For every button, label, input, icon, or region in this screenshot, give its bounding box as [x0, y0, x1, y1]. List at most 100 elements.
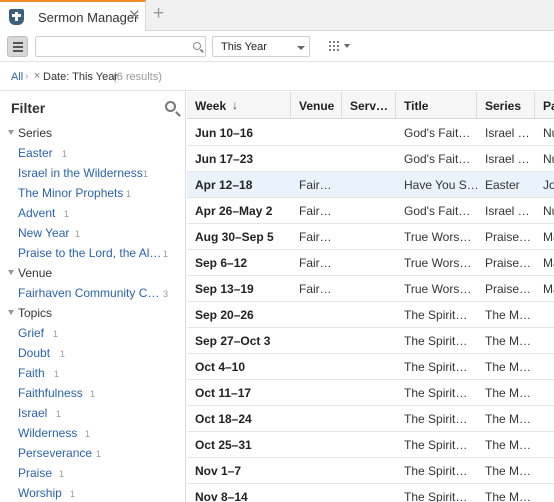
active-filter-label: Date: This Year [43, 71, 119, 83]
filter-item[interactable]: Perseverance 1 [0, 444, 185, 464]
search-icon[interactable] [165, 101, 176, 112]
filter-item-label[interactable]: Israel in the Wilderness [18, 166, 143, 180]
filter-item-label[interactable]: The Minor Prophets [18, 186, 123, 200]
table-row[interactable]: Oct 25–31 The Spirit… The M… [187, 432, 554, 458]
tab-sermon-manager[interactable]: Sermon Manager ✕ [0, 0, 146, 31]
column-header-0[interactable]: Week ↓ [187, 92, 291, 119]
table-cell [291, 146, 342, 172]
table-row[interactable]: Sep 20–26 The Spirit… The M… [187, 302, 554, 328]
filter-item-label[interactable]: Perseverance [18, 446, 92, 460]
table-row[interactable]: Apr 26–May 2 Fair… God's Fait… Israel … Nu [187, 198, 554, 224]
table-row[interactable]: Jun 10–16 God's Fait… Israel … Nu [187, 120, 554, 146]
filter-item[interactable]: Wilderness 1 [0, 424, 185, 444]
filter-item[interactable]: Praise to the Lord, the Al… 1 [0, 244, 185, 264]
table-cell: The Spirit… [396, 484, 477, 502]
table-cell-text: The Spirit… [404, 334, 468, 348]
filter-item[interactable]: The Minor Prophets 1 [0, 184, 185, 204]
filter-item-label[interactable]: Wilderness [18, 426, 77, 440]
table-row[interactable]: Nov 8–14 The Spirit… The M… [187, 484, 554, 502]
table-cell: Sep 13–19 [187, 276, 291, 302]
filter-item-label[interactable]: Faithfulness [18, 386, 83, 400]
close-icon[interactable]: ✕ [128, 8, 141, 23]
column-header-label: Title [404, 99, 429, 113]
search-box[interactable] [35, 36, 206, 57]
filter-item-label[interactable]: New Year [18, 226, 69, 240]
column-header-3[interactable]: Title [396, 92, 477, 119]
table-row[interactable]: Aug 30–Sep 5 Fair… True Wors… Praise… Ma [187, 224, 554, 250]
date-filter-dropdown[interactable]: This Year [212, 36, 310, 57]
filter-group-venue[interactable]: Venue [0, 264, 185, 284]
filter-item[interactable]: New Year 1 [0, 224, 185, 244]
table-cell-text: The M… [485, 464, 532, 478]
filter-item[interactable]: Grief 1 [0, 324, 185, 344]
table-cell: Praise… [477, 224, 535, 250]
table-row[interactable]: Jun 17–23 God's Fait… Israel … Nu [187, 146, 554, 172]
filter-item[interactable]: Praise 1 [0, 464, 185, 484]
table-cell: Praise… [477, 250, 535, 276]
table-row[interactable]: Sep 27–Oct 3 The Spirit… The M… [187, 328, 554, 354]
chevron-down-icon[interactable] [8, 310, 14, 315]
filter-item[interactable]: Advent 1 [0, 204, 185, 224]
filter-item-label[interactable]: Worship [18, 486, 62, 500]
filter-item[interactable]: Israel in the Wilderness 1 [0, 164, 185, 184]
column-header-4[interactable]: Series [477, 92, 535, 119]
column-header-2[interactable]: Serv… [342, 92, 396, 119]
table-row[interactable]: Oct 11–17 The Spirit… The M… [187, 380, 554, 406]
filter-item[interactable]: Israel 1 [0, 404, 185, 424]
table-cell: God's Fait… [396, 198, 477, 224]
view-options-button[interactable] [325, 38, 353, 55]
table-row[interactable]: Oct 4–10 The Spirit… The M… [187, 354, 554, 380]
filter-item-label[interactable]: Praise to the Lord, the Al… [18, 246, 161, 260]
filter-item-label[interactable]: Praise [18, 466, 52, 480]
table-cell-text: God's Fait… [404, 152, 471, 166]
filter-item-count: 1 [143, 169, 149, 179]
table-cell: The Spirit… [396, 458, 477, 484]
filter-item[interactable]: Doubt 1 [0, 344, 185, 364]
filter-item-label[interactable]: Faith [18, 366, 45, 380]
table-row[interactable]: Sep 13–19 Fair… True Wors… Praise… Ma [187, 276, 554, 302]
filter-item-label[interactable]: Doubt [18, 346, 50, 360]
column-header-1[interactable]: Venue [291, 92, 342, 119]
chevron-down-icon[interactable] [8, 270, 14, 275]
table-cell-text: Praise… [485, 282, 532, 296]
filter-item-label[interactable]: Advent [18, 206, 55, 220]
table-cell: The M… [477, 484, 535, 502]
filter-item-label[interactable]: Israel [18, 406, 47, 420]
table-row[interactable]: Nov 1–7 The Spirit… The M… [187, 458, 554, 484]
chevron-down-icon[interactable] [8, 130, 14, 135]
table-cell-text: The Spirit… [404, 412, 468, 426]
table-row[interactable]: Apr 12–18 Fair… Have You S… Easter Jo [187, 172, 554, 198]
search-icon[interactable] [193, 42, 201, 50]
filter-item-count: 1 [59, 469, 65, 479]
table-row[interactable]: Sep 6–12 Fair… True Wors… Praise… Ma [187, 250, 554, 276]
sort-descending-icon[interactable]: ↓ [232, 98, 238, 112]
table-cell-text: The Spirit… [404, 490, 468, 502]
filter-group-series[interactable]: Series [0, 124, 185, 144]
table-cell: Jo [535, 172, 554, 198]
table-cell [535, 484, 554, 502]
table-cell-text: Fair… [299, 282, 332, 296]
table-cell: Jun 10–16 [187, 120, 291, 146]
filter-item-label[interactable]: Fairhaven Community C… [18, 286, 159, 300]
column-header-5[interactable]: Pa [535, 92, 554, 119]
filter-item[interactable]: Faith 1 [0, 364, 185, 384]
filter-group-label: Topics [18, 306, 53, 320]
table-cell: True Wors… [396, 224, 477, 250]
filter-item[interactable]: Faithfulness 1 [0, 384, 185, 404]
remove-filter-icon[interactable]: × [34, 70, 40, 82]
filter-group-topics[interactable]: Topics [0, 304, 185, 324]
filter-group-label: Series [18, 126, 53, 140]
filter-item[interactable]: Easter 1 [0, 144, 185, 164]
table-cell [342, 250, 396, 276]
filter-item[interactable]: Worship 1 [0, 484, 185, 502]
add-tab-icon[interactable]: + [153, 4, 164, 23]
table-cell: Aug 30–Sep 5 [187, 224, 291, 250]
filter-item-label[interactable]: Grief [18, 326, 44, 340]
breadcrumb-all-link[interactable]: All [11, 71, 23, 83]
menu-button[interactable] [7, 36, 28, 57]
table-row[interactable]: Oct 18–24 The Spirit… The M… [187, 406, 554, 432]
filter-item[interactable]: Fairhaven Community C… 3 [0, 284, 185, 304]
table-cell [342, 432, 396, 458]
search-input[interactable] [40, 39, 188, 54]
filter-item-label[interactable]: Easter [18, 146, 53, 160]
